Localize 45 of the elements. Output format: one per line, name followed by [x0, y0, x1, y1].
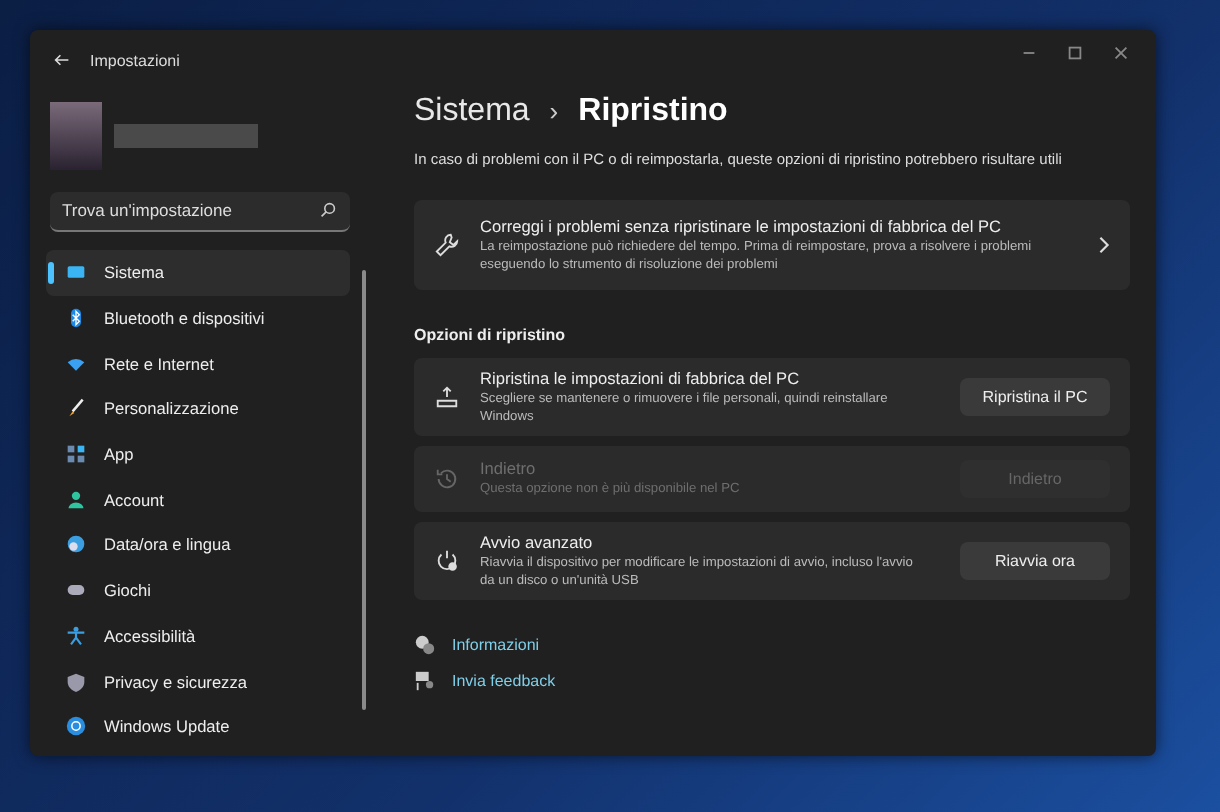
- back-arrow-icon[interactable]: [54, 52, 70, 68]
- reset-icon: [434, 384, 460, 410]
- option-button[interactable]: Riavvia ora: [960, 542, 1110, 580]
- nav-item[interactable]: App: [46, 431, 350, 477]
- avatar-placeholder: [50, 102, 102, 170]
- monitor-icon: [66, 262, 86, 283]
- apps-icon: [66, 444, 86, 465]
- option-title: Avvio avanzato: [480, 531, 595, 552]
- nav-item[interactable]: Personalizzazione: [46, 386, 350, 432]
- accessibility-icon: [66, 625, 86, 646]
- nav-item[interactable]: Accessibilità: [46, 613, 350, 659]
- breadcrumb-separator: ›: [549, 96, 559, 126]
- close-icon[interactable]: [1112, 43, 1130, 61]
- nav-item[interactable]: Sistema: [46, 250, 350, 296]
- breadcrumb-parent[interactable]: Sistema: [414, 94, 530, 130]
- search-icon: [320, 202, 336, 218]
- option-title: Indietro: [480, 458, 538, 479]
- brush-icon: [66, 398, 86, 419]
- nav-item[interactable]: Rete e Internet: [46, 340, 350, 387]
- window-title: Impostazioni: [90, 51, 180, 69]
- chevron-right-icon: [1098, 236, 1110, 254]
- help-link[interactable]: Informazioni: [452, 636, 540, 654]
- wifi-icon: [66, 353, 86, 374]
- nav-item[interactable]: Windows Update: [46, 703, 350, 750]
- nav-item[interactable]: Data/ora e lingua: [46, 522, 350, 568]
- option-button[interactable]: Ripristina il PC: [960, 378, 1110, 416]
- troubleshoot-card[interactable]: [414, 200, 1130, 290]
- person-icon: [66, 489, 86, 510]
- section-heading: Opzioni di ripristino: [414, 326, 568, 344]
- card-title: Correggi i problemi senza ripristinare le impostazioni di fabbrica del PC: [480, 215, 1004, 236]
- blurred-name-placeholder: [114, 124, 258, 148]
- power-gear-icon: [434, 548, 460, 574]
- shield-icon: [66, 671, 86, 692]
- nav-item[interactable]: Giochi: [46, 567, 350, 613]
- search-field[interactable]: Trova un'impostazione: [50, 191, 350, 231]
- help-link[interactable]: Invia feedback: [452, 672, 556, 690]
- option-title: Ripristina le impostazioni di fabbrica del PC: [480, 367, 802, 388]
- nav-item[interactable]: Bluetooth e dispositivi: [46, 295, 350, 341]
- wrench-icon: [434, 232, 460, 258]
- nav-item[interactable]: Account: [46, 476, 350, 523]
- page-title: Ripristino: [578, 94, 728, 130]
- bluetooth-icon: [66, 308, 86, 329]
- maximize-icon[interactable]: [1066, 43, 1084, 61]
- nav-item[interactable]: Privacy e sicurezza: [46, 658, 350, 704]
- history-icon: [434, 466, 460, 492]
